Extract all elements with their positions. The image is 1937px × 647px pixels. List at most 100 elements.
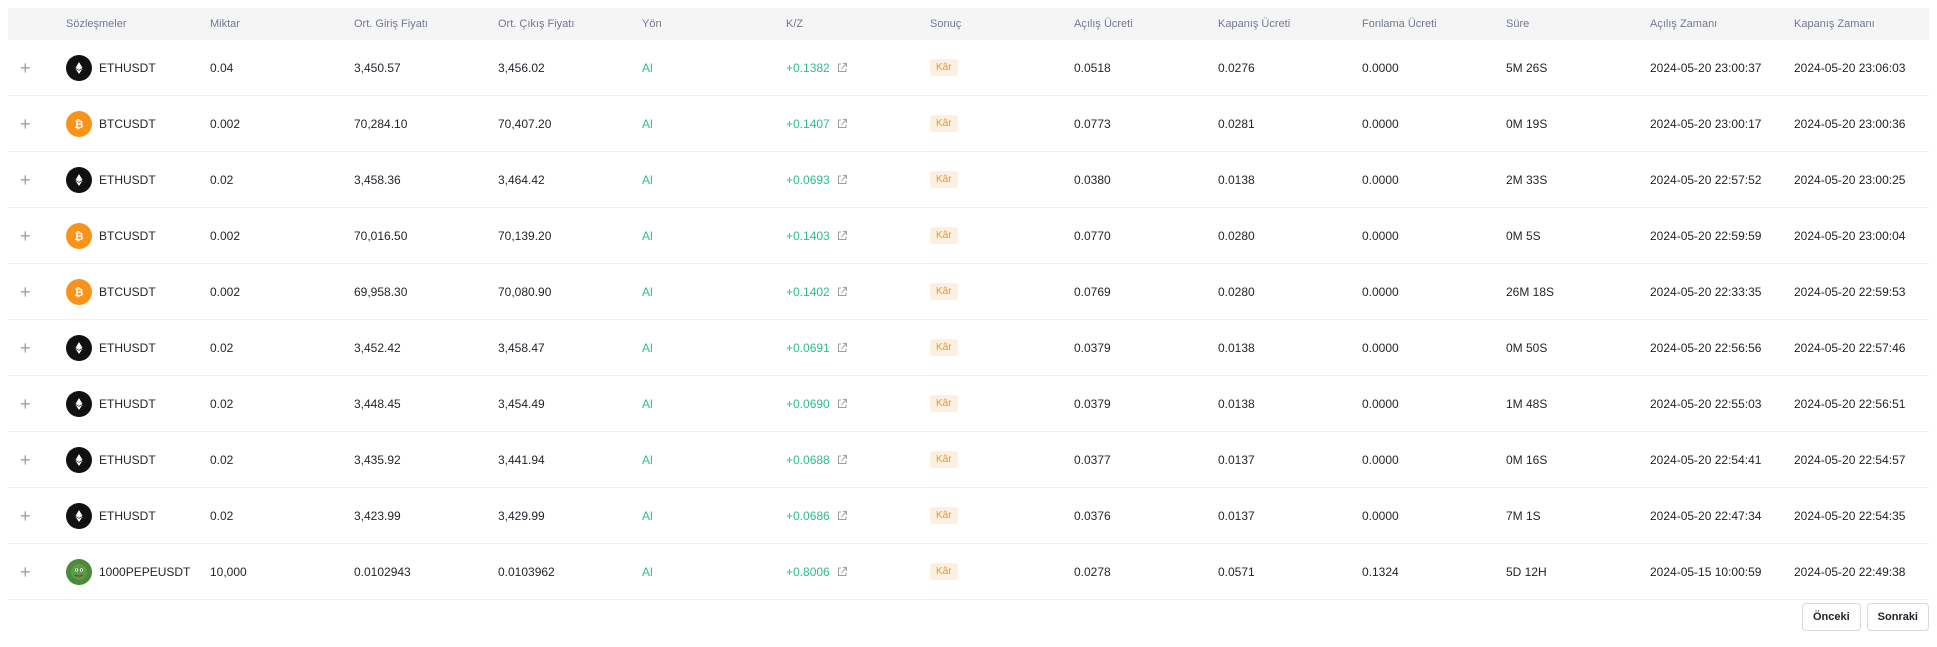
quantity: 0.002 (210, 284, 241, 299)
header-contracts: Sözleşmeler (66, 18, 127, 30)
avg-entry-price: 70,016.50 (354, 228, 408, 243)
expand-row-icon[interactable]: + (20, 115, 31, 133)
header-avg-exit: Ort. Çıkış Fiyatı (498, 18, 575, 30)
table-row: + ETHUSDT 0.02 3,448.45 3,454.49 Al +0.0… (8, 376, 1929, 432)
avg-entry-price: 0.0102943 (354, 564, 411, 579)
avg-exit-price: 0.0103962 (498, 564, 555, 579)
quantity: 0.02 (210, 396, 234, 411)
external-link-icon[interactable] (836, 62, 848, 74)
result-badge: Kâr (930, 171, 958, 188)
external-link-icon[interactable] (836, 510, 848, 522)
funding-fee: 0.0000 (1362, 452, 1399, 467)
avg-entry-price: 3,435.92 (354, 452, 401, 467)
svg-text:₿: ₿ (75, 118, 84, 131)
svg-text:₿: ₿ (75, 230, 84, 243)
external-link-icon[interactable] (836, 566, 848, 578)
external-link-icon[interactable] (836, 230, 848, 242)
expand-row-icon[interactable]: + (20, 563, 31, 581)
duration: 26M 18S (1506, 284, 1555, 299)
direction: Al (642, 228, 653, 243)
close-time: 2024-05-20 22:49:38 (1794, 564, 1906, 579)
header-direction: Yön (642, 18, 662, 30)
close-fee: 0.0281 (1218, 116, 1255, 131)
avg-exit-price: 3,429.99 (498, 508, 545, 523)
avg-exit-price: 3,441.94 (498, 452, 545, 467)
duration: 0M 50S (1506, 340, 1548, 355)
table-row: + ETHUSDT 0.02 3,435.92 3,441.94 Al +0.0… (8, 432, 1929, 488)
open-fee: 0.0380 (1074, 172, 1111, 187)
table-row: + ETHUSDT 0.02 3,452.42 3,458.47 Al +0.0… (8, 320, 1929, 376)
close-fee: 0.0138 (1218, 396, 1255, 411)
funding-fee: 0.0000 (1362, 116, 1399, 131)
close-time: 2024-05-20 23:00:04 (1794, 228, 1906, 243)
duration: 2M 33S (1506, 172, 1548, 187)
expand-row-icon[interactable]: + (20, 451, 31, 469)
quantity: 0.002 (210, 116, 241, 131)
header-result: Sonuç (930, 18, 962, 30)
pnl-value: +0.0686 (786, 508, 830, 523)
avg-entry-price: 70,284.10 (354, 116, 408, 131)
external-link-icon[interactable] (836, 342, 848, 354)
expand-row-icon[interactable]: + (20, 283, 31, 301)
table-row: + ETHUSDT 0.02 3,423.99 3,429.99 Al +0.0… (8, 488, 1929, 544)
pnl-value: +0.1382 (786, 60, 830, 75)
header-open-fee: Açılış Ücreti (1074, 18, 1133, 30)
result-badge: Kâr (930, 395, 958, 412)
expand-row-icon[interactable]: + (20, 395, 31, 413)
duration: 1M 48S (1506, 396, 1548, 411)
direction: Al (642, 452, 653, 467)
symbol: ETHUSDT (99, 508, 156, 523)
header-duration: Süre (1506, 18, 1530, 30)
open-fee: 0.0278 (1074, 564, 1111, 579)
header-close-fee: Kapanış Ücreti (1218, 18, 1291, 30)
funding-fee: 0.0000 (1362, 60, 1399, 75)
open-time: 2024-05-20 22:47:34 (1650, 508, 1762, 523)
close-time: 2024-05-20 22:54:35 (1794, 508, 1906, 523)
duration: 0M 19S (1506, 116, 1548, 131)
eth-coin-icon (66, 54, 92, 81)
open-time: 2024-05-20 22:57:52 (1650, 172, 1762, 187)
table-header: Sözleşmeler Miktar Ort. Giriş Fiyatı Ort… (8, 8, 1929, 40)
avg-entry-price: 69,958.30 (354, 284, 408, 299)
previous-page-button[interactable]: Önceki (1801, 603, 1861, 631)
external-link-icon[interactable] (836, 398, 848, 410)
open-fee: 0.0518 (1074, 60, 1111, 75)
open-fee: 0.0379 (1074, 396, 1111, 411)
funding-fee: 0.0000 (1362, 396, 1399, 411)
next-page-button[interactable]: Sonraki (1866, 603, 1929, 631)
header-open-time: Açılış Zamanı (1650, 18, 1718, 30)
duration: 0M 5S (1506, 228, 1541, 243)
quantity: 0.002 (210, 228, 241, 243)
expand-row-icon[interactable]: + (20, 171, 31, 189)
avg-exit-price: 3,454.49 (498, 396, 545, 411)
external-link-icon[interactable] (836, 174, 848, 186)
funding-fee: 0.0000 (1362, 172, 1399, 187)
direction: Al (642, 340, 653, 355)
duration: 0M 16S (1506, 452, 1548, 467)
btc-coin-icon: ₿ (66, 110, 92, 137)
quantity: 0.04 (210, 60, 234, 75)
table-row: + ₿ BTCUSDT 0.002 70,284.10 70,407.20 Al… (8, 96, 1929, 152)
quantity: 10,000 (210, 564, 247, 579)
external-link-icon[interactable] (836, 118, 848, 130)
close-time: 2024-05-20 23:00:36 (1794, 116, 1906, 131)
expand-row-icon[interactable]: + (20, 339, 31, 357)
open-fee: 0.0379 (1074, 340, 1111, 355)
expand-row-icon[interactable]: + (20, 507, 31, 525)
symbol: ETHUSDT (99, 60, 156, 75)
symbol: ETHUSDT (99, 396, 156, 411)
eth-coin-icon (66, 390, 92, 417)
expand-row-icon[interactable]: + (20, 59, 31, 77)
direction: Al (642, 508, 653, 523)
btc-coin-icon: ₿ (66, 278, 92, 305)
expand-row-icon[interactable]: + (20, 227, 31, 245)
result-badge: Kâr (930, 59, 958, 76)
close-time: 2024-05-20 22:54:57 (1794, 452, 1906, 467)
open-time: 2024-05-20 22:56:56 (1650, 340, 1762, 355)
close-fee: 0.0138 (1218, 172, 1255, 187)
external-link-icon[interactable] (836, 454, 848, 466)
duration: 5M 26S (1506, 60, 1548, 75)
table-row: + ₿ BTCUSDT 0.002 70,016.50 70,139.20 Al… (8, 208, 1929, 264)
header-quantity: Miktar (210, 18, 240, 30)
external-link-icon[interactable] (836, 286, 848, 298)
